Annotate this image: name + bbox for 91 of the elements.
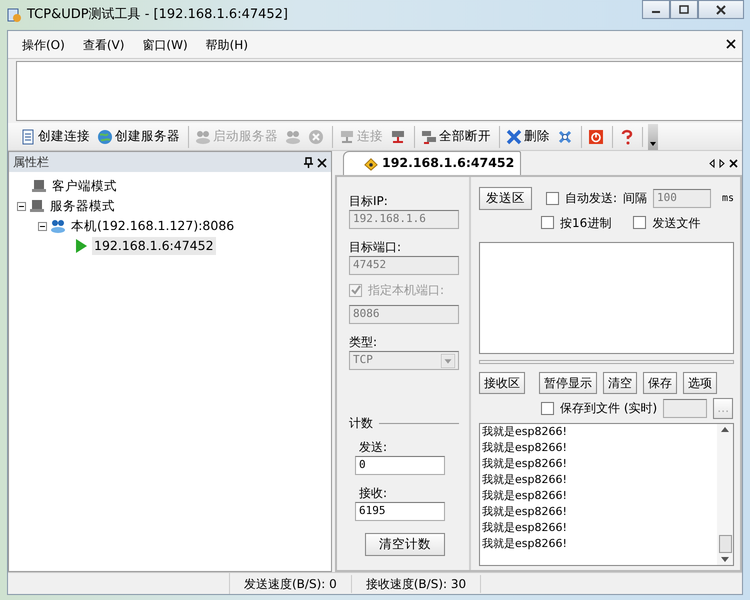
field-label: 发送: (359, 439, 388, 456)
menu-item[interactable]: 窗口(W) (142, 36, 188, 54)
collapse-toggle[interactable] (17, 202, 26, 210)
toolbar-button[interactable]: 删除 (499, 126, 552, 148)
send-text-area[interactable] (479, 242, 734, 354)
checkbox[interactable] (633, 216, 646, 230)
port-field: 47452 (349, 256, 459, 275)
document-icon (20, 128, 36, 144)
toolbar-button[interactable]: 创建连接 (18, 126, 92, 148)
field-label: 间隔 (623, 190, 648, 208)
clear-count-button[interactable]: 清空计数 (365, 533, 445, 556)
type-dropdown: TCP (349, 351, 459, 370)
maximize-button[interactable] (670, 0, 698, 19)
tree-item[interactable]: 服务器模式 (48, 196, 117, 216)
unit-label: ms (722, 192, 734, 206)
close-circle-icon (308, 128, 324, 144)
tree-item[interactable]: 192.168.1.6:47452 (92, 236, 216, 256)
status-text: 接收速度(B/S): 30 (352, 574, 482, 592)
window-title: TCP&UDP测试工具 - [192.168.1.6:47452] (27, 6, 288, 24)
help-icon (619, 128, 635, 144)
globe-icon (97, 128, 113, 144)
checkbox-label: 指定本机端口: (368, 282, 444, 299)
checkbox-label: 自动发送: (565, 190, 618, 208)
panel-title: 属性栏 (13, 154, 49, 171)
cross-icon (557, 128, 573, 144)
checkbox-label: 保存到文件 (实时) (560, 400, 658, 418)
play-icon (73, 238, 89, 254)
field-label: 目标IP: (349, 193, 389, 210)
toolbar-button[interactable]: 全部断开 (414, 126, 493, 148)
log-line: 我就是esp8266! (482, 520, 568, 536)
send-area-button[interactable]: 发送区 (479, 187, 532, 210)
scroll-thumb[interactable] (718, 535, 732, 553)
checkbox-label: 按16进制 (560, 214, 612, 232)
field-label: 目标端口: (349, 239, 402, 256)
close-icon (715, 4, 727, 14)
tab[interactable]: 192.168.1.6:47452 (343, 151, 522, 175)
checkbox[interactable] (546, 192, 559, 205)
power-icon (588, 128, 604, 144)
toolbar-button[interactable]: 创建服务器 (95, 126, 182, 148)
users-icon (50, 218, 66, 234)
collapse-toggle[interactable] (38, 222, 47, 230)
close-button[interactable] (698, 0, 744, 19)
toolbar-button[interactable]: 保存 (643, 372, 677, 394)
checkbox-label: 发送文件 (652, 214, 700, 232)
toolbar-button[interactable]: 选项 (683, 372, 717, 394)
toolbar-button[interactable]: 清空 (603, 372, 637, 394)
status-text: 发送速度(B/S): 0 (230, 574, 352, 592)
caret-icon (441, 354, 455, 368)
log-line: 我就是esp8266! (482, 536, 568, 552)
minimize-button[interactable] (642, 0, 670, 19)
checkbox[interactable] (541, 402, 554, 415)
log-line: 我就是esp8266! (482, 424, 568, 440)
port-field: 8086 (349, 305, 459, 324)
log-line: 我就是esp8266! (482, 488, 568, 504)
log-line: 我就是esp8266! (482, 456, 568, 472)
log-line: 我就是esp8266! (482, 504, 568, 520)
tree-item[interactable]: 客户端模式 (50, 176, 119, 196)
tree-item[interactable]: 本机(192.168.1.127):8086 (69, 216, 236, 236)
menu-item[interactable]: 查看(V) (82, 36, 124, 54)
field-label: 类型: (349, 334, 378, 351)
interval-field: 100 (653, 188, 712, 208)
users-icon (195, 128, 211, 144)
network-icon (339, 128, 355, 144)
receive-area-button[interactable]: 接收区 (479, 372, 525, 394)
count-field[interactable]: 0 (355, 456, 445, 475)
computer-icon (31, 178, 47, 194)
checkbox[interactable] (541, 216, 554, 230)
users-icon (285, 128, 301, 144)
warning-icon (364, 156, 378, 171)
section-title: 计数 (349, 415, 373, 432)
power-button[interactable] (581, 126, 606, 148)
ip-field: 192.168.1.6 (349, 210, 459, 229)
scroll-down-icon[interactable] (721, 557, 729, 562)
log-line: 我就是esp8266! (482, 440, 568, 456)
count-field[interactable]: 6195 (355, 502, 445, 521)
menu-item[interactable]: 操作(O) (22, 36, 65, 54)
scrollbar[interactable] (717, 424, 733, 565)
file-path-field (663, 398, 708, 418)
toolbar-button[interactable]: 暂停显示 (539, 372, 597, 394)
overflow-button[interactable] (648, 124, 658, 150)
maximize-icon (679, 5, 689, 14)
network-icon (421, 128, 437, 144)
app-icon (6, 7, 22, 23)
caret-icon (650, 142, 656, 146)
field-label: 接收: (359, 485, 388, 502)
scroll-up-icon[interactable] (721, 426, 729, 432)
menu-item[interactable]: 帮助(H) (206, 36, 248, 54)
network-icon (390, 128, 406, 144)
log-line: 我就是esp8266! (482, 472, 568, 488)
delete-icon (506, 128, 522, 144)
computer-icon (29, 198, 45, 214)
